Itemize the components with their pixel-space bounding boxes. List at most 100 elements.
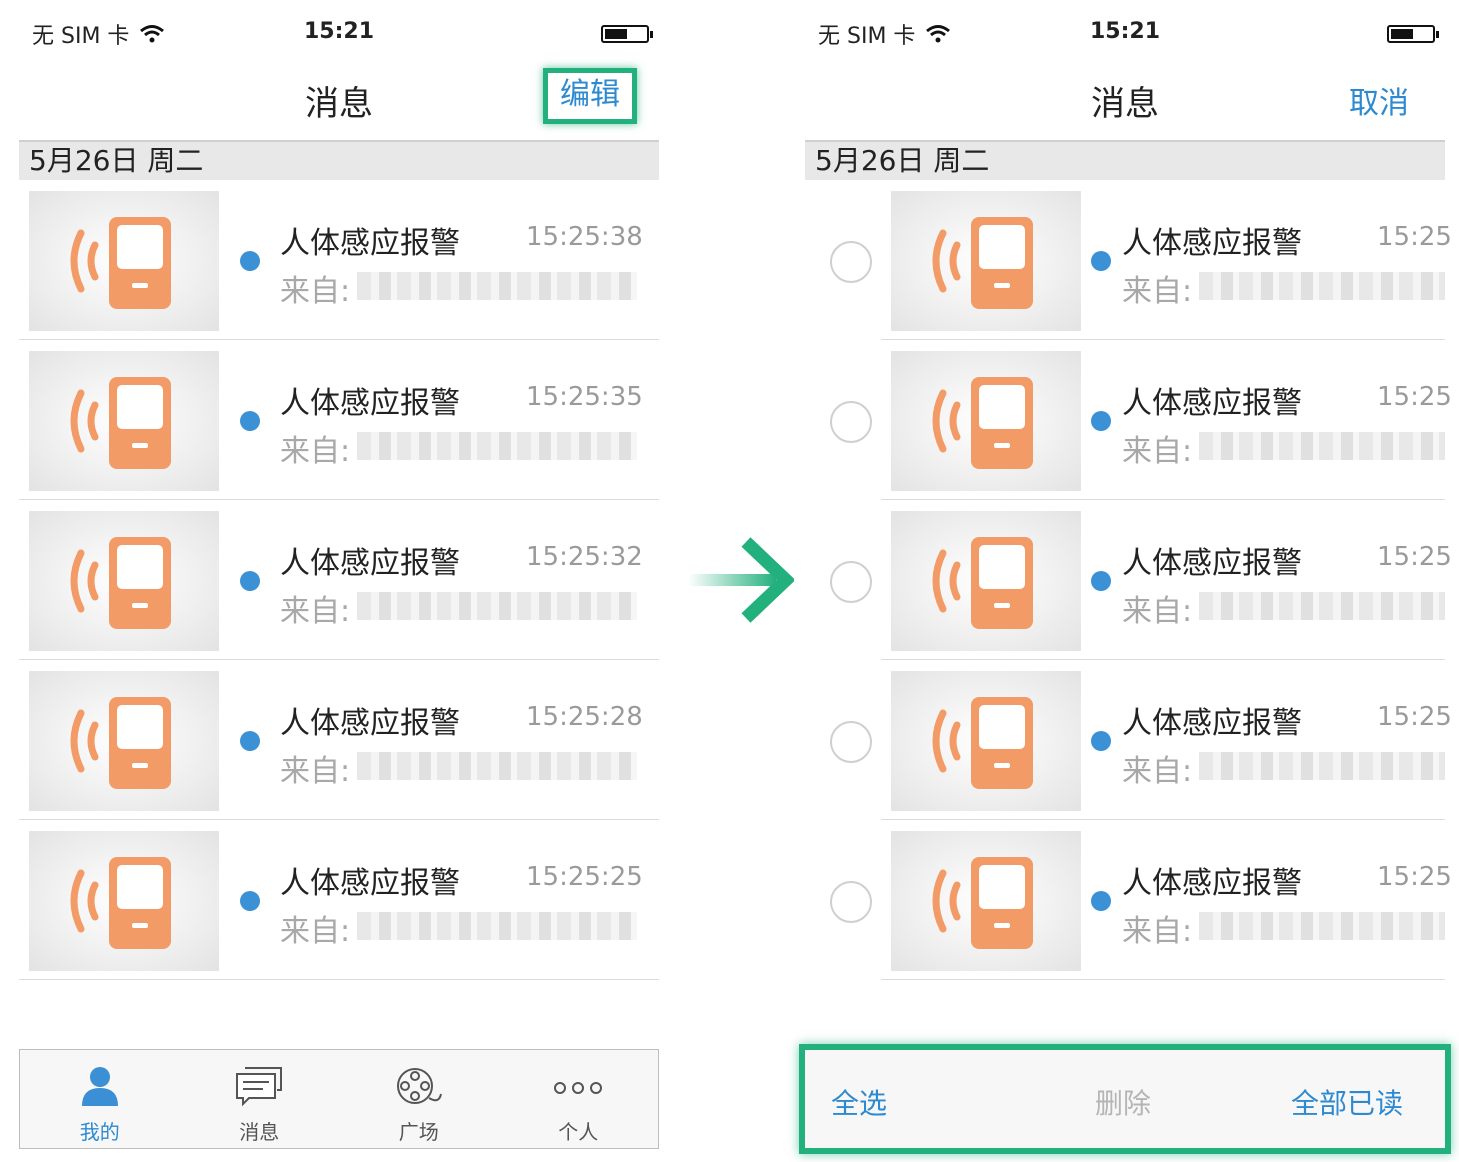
- message-source-label: 来自:: [1122, 594, 1193, 629]
- tab-personal[interactable]: 个人: [499, 1050, 659, 1148]
- unread-dot: [240, 571, 260, 591]
- message-row[interactable]: 人体感应报警 15:25:32 来自:: [19, 500, 659, 660]
- motion-sensor-icon: [932, 697, 1033, 789]
- blurred-source: [1199, 592, 1445, 620]
- edit-button[interactable]: 编辑: [543, 68, 637, 124]
- unread-dot: [1091, 411, 1111, 431]
- message-row[interactable]: 人体感应报警 15:25 来自:: [805, 660, 1452, 820]
- tab-messages[interactable]: 消息: [180, 1050, 340, 1148]
- message-title: 人体感应报警: [1122, 546, 1302, 581]
- date-section-header: 5月26日 周二: [805, 140, 1445, 180]
- unread-dot: [1091, 571, 1111, 591]
- message-edit-screen: 无 SIM 卡 15:21 消息 取消 5月26日 周二 人体感应报警 15:2…: [799, 0, 1452, 1162]
- message-title: 人体感应报警: [280, 706, 460, 741]
- unread-dot: [1091, 251, 1111, 271]
- tab-plaza[interactable]: 广场: [339, 1050, 499, 1148]
- blurred-source: [357, 432, 637, 460]
- select-all-button[interactable]: 全选: [831, 1082, 887, 1122]
- unread-dot: [1091, 731, 1111, 751]
- tab-label: 个人: [558, 1120, 599, 1144]
- tab-bar: 我的 消息 广场 个人: [19, 1049, 659, 1149]
- message-row[interactable]: 人体感应报警 15:25 来自:: [805, 180, 1452, 340]
- message-row[interactable]: 人体感应报警 15:25 来自:: [805, 340, 1452, 500]
- message-row[interactable]: 人体感应报警 15:25 来自:: [805, 500, 1452, 660]
- alarm-thumbnail: [29, 671, 219, 811]
- transition-arrow-icon: [688, 537, 794, 623]
- message-title: 人体感应报警: [1122, 706, 1302, 741]
- status-bar: 无 SIM 卡 15:21: [19, 0, 659, 70]
- motion-sensor-icon: [932, 537, 1033, 629]
- motion-sensor-icon: [70, 377, 171, 469]
- message-row[interactable]: 人体感应报警 15:25:28 来自:: [19, 660, 659, 820]
- tab-label: 消息: [239, 1120, 280, 1144]
- select-radio[interactable]: [830, 241, 872, 283]
- message-row[interactable]: 人体感应报警 15:25 来自:: [805, 820, 1452, 980]
- blurred-source: [1199, 432, 1445, 460]
- message-row[interactable]: 人体感应报警 15:25:35 来自:: [19, 340, 659, 500]
- select-radio[interactable]: [830, 401, 872, 443]
- message-source-label: 来自:: [280, 594, 351, 629]
- blurred-source: [1199, 912, 1445, 940]
- message-time: 15:25:28: [526, 702, 643, 732]
- message-row[interactable]: 人体感应报警 15:25:25 来自:: [19, 820, 659, 980]
- motion-sensor-icon: [932, 857, 1033, 949]
- message-time: 15:25:32: [526, 542, 643, 572]
- blurred-source: [1199, 752, 1445, 780]
- cancel-button[interactable]: 取消: [1349, 78, 1409, 122]
- message-title: 人体感应报警: [1122, 226, 1302, 261]
- message-row[interactable]: 人体感应报警 15:25:38 来自:: [19, 180, 659, 340]
- battery-icon: [601, 25, 653, 43]
- tab-label: 我的: [79, 1120, 120, 1144]
- message-time: 15:25: [1377, 382, 1452, 412]
- motion-sensor-icon: [932, 217, 1033, 309]
- alarm-thumbnail: [891, 191, 1081, 331]
- message-title: 人体感应报警: [1122, 386, 1302, 421]
- alarm-thumbnail: [891, 511, 1081, 651]
- message-source-label: 来自:: [280, 434, 351, 469]
- blurred-source: [357, 272, 637, 300]
- message-source-label: 来自:: [1122, 274, 1193, 309]
- message-list: 人体感应报警 15:25:38 来自: 人体感应报警 15:25:35 来自:: [19, 180, 659, 980]
- message-source-label: 来自:: [1122, 914, 1193, 949]
- battery-icon: [1387, 25, 1439, 43]
- blurred-source: [357, 912, 637, 940]
- unread-dot: [240, 731, 260, 751]
- film-reel-icon: [396, 1068, 442, 1104]
- message-time: 15:25: [1377, 222, 1452, 252]
- message-time: 15:25: [1377, 862, 1452, 892]
- row-divider: [19, 979, 659, 980]
- message-time: 15:25:35: [526, 382, 643, 412]
- more-dots-icon: [554, 1082, 603, 1094]
- message-source-label: 来自:: [1122, 434, 1193, 469]
- unread-dot: [1091, 891, 1111, 911]
- alarm-thumbnail: [29, 831, 219, 971]
- select-radio[interactable]: [830, 561, 872, 603]
- message-source-label: 来自:: [1122, 754, 1193, 789]
- status-time: 15:21: [303, 19, 375, 44]
- alarm-thumbnail: [29, 351, 219, 491]
- message-title: 人体感应报警: [1122, 866, 1302, 901]
- tab-label: 广场: [398, 1120, 439, 1144]
- delete-button[interactable]: 删除: [1095, 1082, 1151, 1122]
- message-time: 15:25: [1377, 702, 1452, 732]
- row-divider: [881, 979, 1445, 980]
- edit-action-bar: 全选 删除 全部已读: [799, 1044, 1451, 1154]
- motion-sensor-icon: [70, 217, 171, 309]
- motion-sensor-icon: [70, 697, 171, 789]
- blurred-source: [357, 752, 637, 780]
- select-radio[interactable]: [830, 721, 872, 763]
- select-radio[interactable]: [830, 881, 872, 923]
- unread-dot: [240, 891, 260, 911]
- motion-sensor-icon: [70, 857, 171, 949]
- mark-all-read-button[interactable]: 全部已读: [1291, 1082, 1403, 1122]
- motion-sensor-icon: [932, 377, 1033, 469]
- tab-mine[interactable]: 我的: [20, 1050, 180, 1148]
- message-time: 15:25: [1377, 542, 1452, 572]
- message-time: 15:25:38: [526, 222, 643, 252]
- message-list-screen: 无 SIM 卡 15:21 消息 编辑 5月26日 周二 人体感应报警 15:2…: [19, 0, 659, 1162]
- navigation-bar: 消息 取消: [805, 70, 1445, 140]
- message-title: 人体感应报警: [280, 866, 460, 901]
- message-title: 人体感应报警: [280, 546, 460, 581]
- message-title: 人体感应报警: [280, 226, 460, 261]
- navigation-bar: 消息 编辑: [19, 68, 659, 140]
